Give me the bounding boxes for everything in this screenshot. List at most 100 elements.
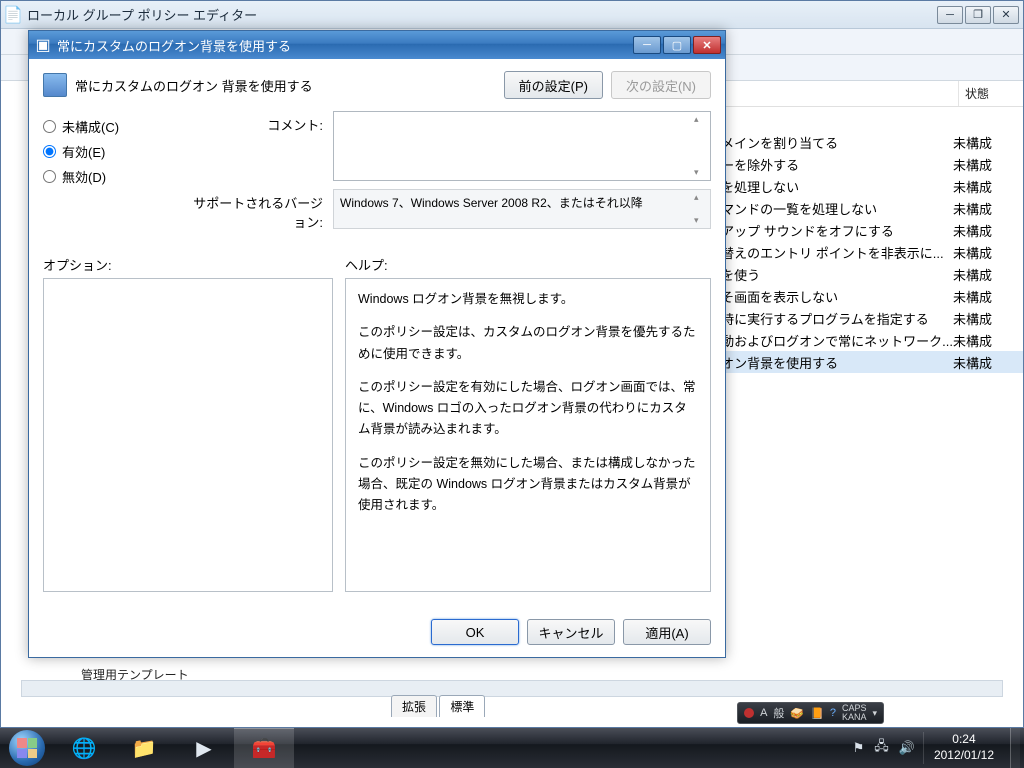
dialog-title: 常にカスタムのログオン背景を使用する <box>57 36 631 55</box>
help-paragraph: このポリシー設定は、カスタムのログオン背景を優先するために使用できます。 <box>358 322 698 365</box>
parent-title: ローカル グループ ポリシー エディター <box>27 5 937 24</box>
supported-scrollbar[interactable]: ▴▾ <box>694 192 708 226</box>
tray-network-icon[interactable]: 🖧 <box>872 737 891 759</box>
apply-button[interactable]: 適用(A) <box>623 619 711 645</box>
radio-enabled-label: 有効(E) <box>62 142 105 161</box>
app-icon: 📄 <box>5 7 21 23</box>
taskbar-media-player[interactable]: ▶ <box>174 728 234 768</box>
policy-row-state: 未構成 <box>953 331 1017 350</box>
policy-list-row[interactable]: を処理しない未構成 <box>711 175 1023 197</box>
policy-row-state: 未構成 <box>953 353 1017 372</box>
start-button[interactable] <box>0 728 54 768</box>
ime-conversion-mode[interactable]: 般 <box>773 705 784 721</box>
dialog-titlebar[interactable]: ▣ 常にカスタムのログオン背景を使用する ─ ▢ ✕ <box>29 31 725 59</box>
supported-label: サポートされるバージョン: <box>183 189 333 231</box>
windows-logo-icon <box>9 730 45 766</box>
policy-row-name: 替えのエントリ ポイントを非表示に... <box>717 243 953 262</box>
policy-row-state: 未構成 <box>953 221 1017 240</box>
policy-row-state: 未構成 <box>953 243 1017 262</box>
policy-row-state: 未構成 <box>953 309 1017 328</box>
dialog-minimize-button[interactable]: ─ <box>633 36 661 54</box>
h-scrollbar[interactable] <box>21 680 1003 697</box>
previous-setting-button[interactable]: 前の設定(P) <box>504 71 603 99</box>
policy-row-name: 動およびログオンで常にネットワーク... <box>717 331 953 350</box>
policy-icon <box>43 73 67 97</box>
radio-not-configured-input[interactable] <box>43 120 56 133</box>
policy-setting-dialog: ▣ 常にカスタムのログオン背景を使用する ─ ▢ ✕ 常にカスタムのログオン 背… <box>28 30 726 658</box>
comment-scrollbar[interactable]: ▴▾ <box>694 114 708 178</box>
policy-list-row[interactable]: を使う未構成 <box>711 263 1023 285</box>
policy-row-name: オン背景を使用する <box>717 353 953 372</box>
policy-row-state: 未構成 <box>953 177 1017 196</box>
radio-enabled[interactable]: 有効(E) <box>43 142 163 161</box>
ime-tool-icon[interactable]: 🥪 <box>790 707 804 720</box>
policy-row-name: メインを割り当てる <box>717 133 953 152</box>
radio-enabled-input[interactable] <box>43 145 56 158</box>
ime-help-icon[interactable]: ? <box>830 707 836 719</box>
policy-row-name: を処理しない <box>717 177 953 196</box>
help-panel: Windows ログオン背景を無視します。 このポリシー設定は、カスタムのログオ… <box>345 278 711 592</box>
tab-standard[interactable]: 標準 <box>439 695 485 717</box>
clock-time: 0:24 <box>934 732 994 748</box>
ime-language-bar[interactable]: A 般 🥪 📙 ? CAPSKANA ▾ <box>737 702 884 724</box>
policy-list-row[interactable]: オン背景を使用する未構成 <box>711 351 1023 373</box>
policy-row-state: 未構成 <box>953 287 1017 306</box>
ime-options-icon[interactable]: ▾ <box>872 708 877 719</box>
maximize-button[interactable]: ❐ <box>965 6 991 24</box>
ok-button[interactable]: OK <box>431 619 519 645</box>
help-paragraph: このポリシー設定を有効にした場合、ログオン画面では、常に、Windows ロゴの… <box>358 377 698 441</box>
dialog-maximize-button[interactable]: ▢ <box>663 36 691 54</box>
policy-list-row[interactable]: 動およびログオンで常にネットワーク...未構成 <box>711 329 1023 351</box>
minimize-button[interactable]: ─ <box>937 6 963 24</box>
radio-disabled[interactable]: 無効(D) <box>43 167 163 186</box>
taskbar[interactable]: 🌐 📁 ▶ 🧰 ⚑ 🖧 🔊 0:24 2012/01/12 <box>0 728 1024 768</box>
parent-titlebar[interactable]: 📄 ローカル グループ ポリシー エディター ─ ❐ ✕ <box>1 1 1023 29</box>
policy-row-state: 未構成 <box>953 155 1017 174</box>
tray-volume-icon[interactable]: 🔊 <box>897 740 917 756</box>
supported-text: Windows 7、Windows Server 2008 R2、またはそれ以降… <box>333 189 711 229</box>
radio-not-configured[interactable]: 未構成(C) <box>43 117 163 136</box>
policy-row-state: 未構成 <box>953 199 1017 218</box>
ime-caps-kana[interactable]: CAPSKANA <box>842 704 867 722</box>
help-paragraph: このポリシー設定を無効にした場合、または構成しなかった場合、既定の Window… <box>358 453 698 517</box>
policy-row-name: ーを除外する <box>717 155 953 174</box>
comment-textarea[interactable]: ▴▾ <box>333 111 711 181</box>
show-desktop-button[interactable] <box>1010 728 1020 768</box>
system-tray: ⚑ 🖧 🔊 0:24 2012/01/12 <box>851 728 1024 768</box>
radio-disabled-input[interactable] <box>43 170 56 183</box>
policy-list-row[interactable]: マンドの一覧を処理しない未構成 <box>711 197 1023 219</box>
taskbar-ie[interactable]: 🌐 <box>54 728 114 768</box>
policy-list-row[interactable]: そ画面を表示しない未構成 <box>711 285 1023 307</box>
next-setting-button: 次の設定(N) <box>611 71 711 99</box>
ime-input-mode[interactable]: A <box>760 707 767 719</box>
policy-list-row[interactable]: メインを割り当てる未構成 <box>711 131 1023 153</box>
taskbar-explorer[interactable]: 📁 <box>114 728 174 768</box>
policy-name: 常にカスタムのログオン 背景を使用する <box>75 76 504 95</box>
help-paragraph: Windows ログオン背景を無視します。 <box>358 289 698 310</box>
policy-row-state: 未構成 <box>953 133 1017 152</box>
taskbar-clock[interactable]: 0:24 2012/01/12 <box>923 732 1004 763</box>
taskbar-mmc[interactable]: 🧰 <box>234 728 294 768</box>
policy-list-row[interactable]: ーを除外する未構成 <box>711 153 1023 175</box>
dialog-icon: ▣ <box>35 37 51 53</box>
tab-extended[interactable]: 拡張 <box>391 695 437 717</box>
policy-list[interactable]: 状態 メインを割り当てる未構成ーを除外する未構成を処理しない未構成マンドの一覧を… <box>711 81 1023 667</box>
help-label: ヘルプ: <box>345 255 711 274</box>
clock-date: 2012/01/12 <box>934 748 994 764</box>
policy-list-row[interactable]: アップ サウンドをオフにする未構成 <box>711 219 1023 241</box>
dialog-close-button[interactable]: ✕ <box>693 36 721 54</box>
cancel-button[interactable]: キャンセル <box>527 619 615 645</box>
options-panel[interactable] <box>43 278 333 592</box>
close-button[interactable]: ✕ <box>993 6 1019 24</box>
tray-flag-icon[interactable]: ⚑ <box>851 740 867 756</box>
policy-row-name: マンドの一覧を処理しない <box>717 199 953 218</box>
policy-row-name: そ画面を表示しない <box>717 287 953 306</box>
policy-list-row[interactable]: 替えのエントリ ポイントを非表示に...未構成 <box>711 241 1023 263</box>
policy-row-name: 時に実行するプログラムを指定する <box>717 309 953 328</box>
radio-disabled-label: 無効(D) <box>62 167 106 186</box>
policy-list-row[interactable]: 時に実行するプログラムを指定する未構成 <box>711 307 1023 329</box>
list-header[interactable]: 状態 <box>711 81 1023 107</box>
ime-pad-icon[interactable]: 📙 <box>810 707 824 720</box>
policy-row-name: アップ サウンドをオフにする <box>717 221 953 240</box>
column-state[interactable]: 状態 <box>959 81 1023 106</box>
